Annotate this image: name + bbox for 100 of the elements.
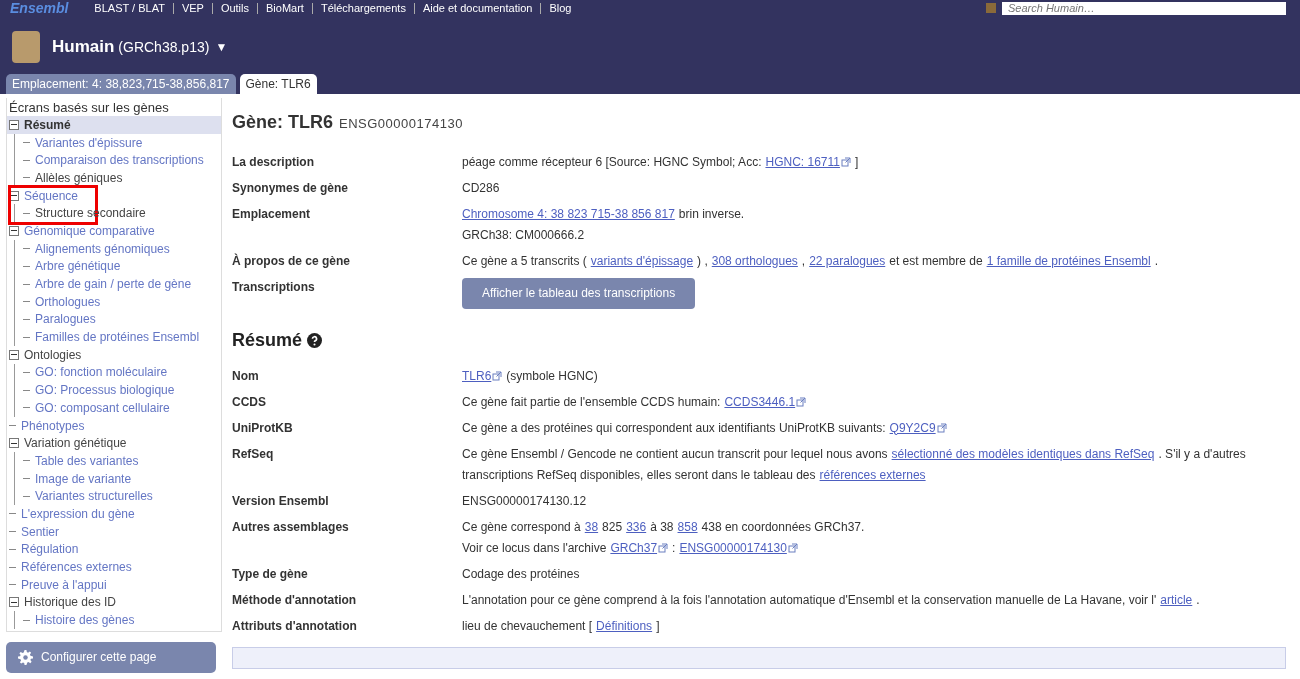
search-field[interactable]: Search Humain… (1002, 1, 1286, 15)
text-link[interactable]: 22 paralogues (809, 251, 886, 271)
sidebar-item[interactable]: Variantes structurelles (35, 489, 153, 504)
assembly-name: (GRCh38.p13) (118, 39, 210, 55)
section-title: Résumé (232, 330, 303, 351)
value-text: Ce gène fait partie de l'ensemble CCDS humain: (462, 393, 721, 411)
collapse-icon[interactable] (9, 349, 19, 360)
nav-link[interactable]: Téléchargements (320, 2, 406, 14)
external-link[interactable]: HGNC: 16711 (765, 152, 840, 172)
caret-icon[interactable]: ▼ (215, 40, 228, 54)
field-label: RefSeq (232, 445, 275, 463)
text-link[interactable]: sélectionné des modèles identiques dans RefSeq (891, 444, 1155, 464)
value-text: (symbole HGNC) (506, 367, 598, 385)
value-text: lieu de chevauchement [ (462, 617, 593, 635)
gene-id: ENSG00000174130 (339, 116, 463, 131)
text-link[interactable]: article (1160, 590, 1193, 610)
nav-link[interactable]: Blog (549, 2, 572, 14)
sidebar-item[interactable]: Comparaison des transcriptions (35, 153, 204, 168)
sidebar-item[interactable]: Références externes (21, 560, 132, 575)
tab[interactable]: Gène: TLR6 (239, 74, 317, 94)
configure-page-button[interactable]: Configurer cette page (6, 641, 216, 673)
sidebar-item[interactable]: Paralogues (35, 312, 96, 327)
sidebar-item[interactable]: Familles de protéines Ensembl (35, 330, 200, 345)
sidebar-item[interactable]: Allèles géniques (35, 170, 123, 185)
value-text: . (1154, 252, 1159, 270)
text-link[interactable]: Définitions (596, 616, 653, 636)
field-label: À propos de ce gène (232, 252, 352, 270)
sidebar-item[interactable]: Table des variantes (35, 453, 139, 468)
text-link[interactable]: variants d'épissage (590, 251, 694, 271)
species-image (12, 31, 40, 63)
field-label: Autres assemblages (232, 518, 350, 536)
sidebar-item[interactable]: Image de variante (35, 471, 132, 486)
field-label: Emplacement (232, 205, 312, 223)
value-text: Ce gène a des protéines qui correspondent aux identifiants UniProtKB suivants: (462, 419, 886, 437)
text-link[interactable]: références externes (819, 465, 926, 485)
collapse-icon[interactable] (9, 597, 19, 608)
sidebar-item[interactable]: Phénotypes (21, 418, 85, 433)
sidebar-item[interactable]: Variation génétique (24, 436, 127, 451)
collapse-icon[interactable] (9, 225, 19, 236)
collapse-icon[interactable] (9, 119, 19, 130)
sidebar-item[interactable]: Ontologies (24, 347, 82, 362)
help-icon[interactable] (307, 333, 323, 348)
sidebar-item[interactable]: Preuve à l'appui (21, 577, 107, 592)
external-link-icon (492, 371, 503, 381)
value-text: : (672, 539, 676, 557)
sidebar-item[interactable]: Historique des ID (24, 595, 117, 610)
sidebar-item[interactable]: Arbre de gain / perte de gène (35, 277, 192, 292)
sidebar-item[interactable]: Sentier (21, 524, 60, 539)
external-link[interactable]: TLR6 (462, 366, 492, 386)
external-link[interactable]: CCDS3446.1 (724, 392, 796, 412)
gear-icon (18, 649, 33, 665)
sidebar-item[interactable]: GO: fonction moléculaire (35, 365, 168, 380)
nav-link[interactable]: BLAST / BLAT (94, 2, 165, 14)
sidebar-item[interactable]: Histoire des gènes (35, 613, 135, 628)
value-text: Ce gène Ensembl / Gencode ne contient aucun transcrit pour lequel nous avons (462, 445, 888, 463)
text-link[interactable]: 1 famille de protéines Ensembl (986, 251, 1151, 271)
value-text: GRCh38: CM000666.2 (462, 226, 585, 244)
value-text: , (801, 252, 806, 270)
collapse-icon[interactable] (9, 438, 19, 449)
tab[interactable]: Emplacement: 4: 38,823,715-38,856,817 (6, 74, 236, 94)
species-name[interactable]: Humain (52, 37, 115, 57)
sidebar-item[interactable]: Régulation (21, 542, 79, 557)
species-thumbnail (986, 3, 996, 13)
value-text: à 38 (650, 518, 674, 536)
text-link[interactable]: Chromosome 4: 38 823 715-38 856 817 (462, 204, 675, 224)
text-link[interactable]: 38 (584, 517, 599, 537)
external-link[interactable]: ENSG00000174130 (679, 538, 787, 558)
show-transcripts-button[interactable]: Afficher le tableau des transcriptions (462, 277, 696, 309)
sidebar-item[interactable]: L'expression du gène (21, 506, 135, 521)
external-link[interactable]: Q9Y2C9 (889, 418, 936, 438)
sidebar-item[interactable]: Séquence (24, 188, 79, 203)
sidebar-item[interactable]: GO: composant cellulaire (35, 400, 170, 415)
text-link[interactable]: 336 (626, 517, 647, 537)
nav-link[interactable]: Aide et documentation (422, 2, 533, 14)
sidebar-item[interactable]: Résumé (24, 117, 71, 132)
value-text: 438 en coordonnées GRCh37. (701, 518, 865, 536)
value-text: transcriptions RefSeq disponibles, elles seront dans le tableau des (462, 466, 816, 484)
sidebar-item[interactable]: Alignements génomiques (35, 241, 170, 256)
external-link[interactable]: GRCh37 (610, 538, 658, 558)
sidebar-item[interactable]: Génomique comparative (24, 223, 155, 238)
external-link-icon (787, 543, 798, 553)
nav-link[interactable]: Outils (220, 2, 249, 14)
text-link[interactable]: 858 (677, 517, 698, 537)
nav-link[interactable]: VEP (181, 2, 204, 14)
value-text: . (1196, 591, 1200, 609)
sidebar-item[interactable]: GO: Processus biologique (35, 383, 175, 398)
field-label: CCDS (232, 393, 267, 411)
sidebar-item[interactable]: Arbre génétique (35, 259, 121, 274)
value-text: Voir ce locus dans l'archive (462, 539, 607, 557)
text-link[interactable]: 308 orthologues (711, 251, 798, 271)
value-text: ) , (697, 252, 708, 270)
nav-link[interactable]: BioMart (266, 2, 304, 14)
value-text: . S'il y a d'autres (1158, 445, 1246, 463)
field-label: La description (232, 153, 315, 171)
sidebar-item[interactable]: Variantes d'épissure (35, 135, 143, 150)
sidebar-item[interactable]: Orthologues (35, 294, 101, 309)
site-logo[interactable]: Ensembl (10, 1, 69, 15)
external-link-icon (840, 157, 851, 167)
collapse-icon[interactable] (9, 190, 19, 201)
field-label: Attributs d'annotation (232, 617, 358, 635)
